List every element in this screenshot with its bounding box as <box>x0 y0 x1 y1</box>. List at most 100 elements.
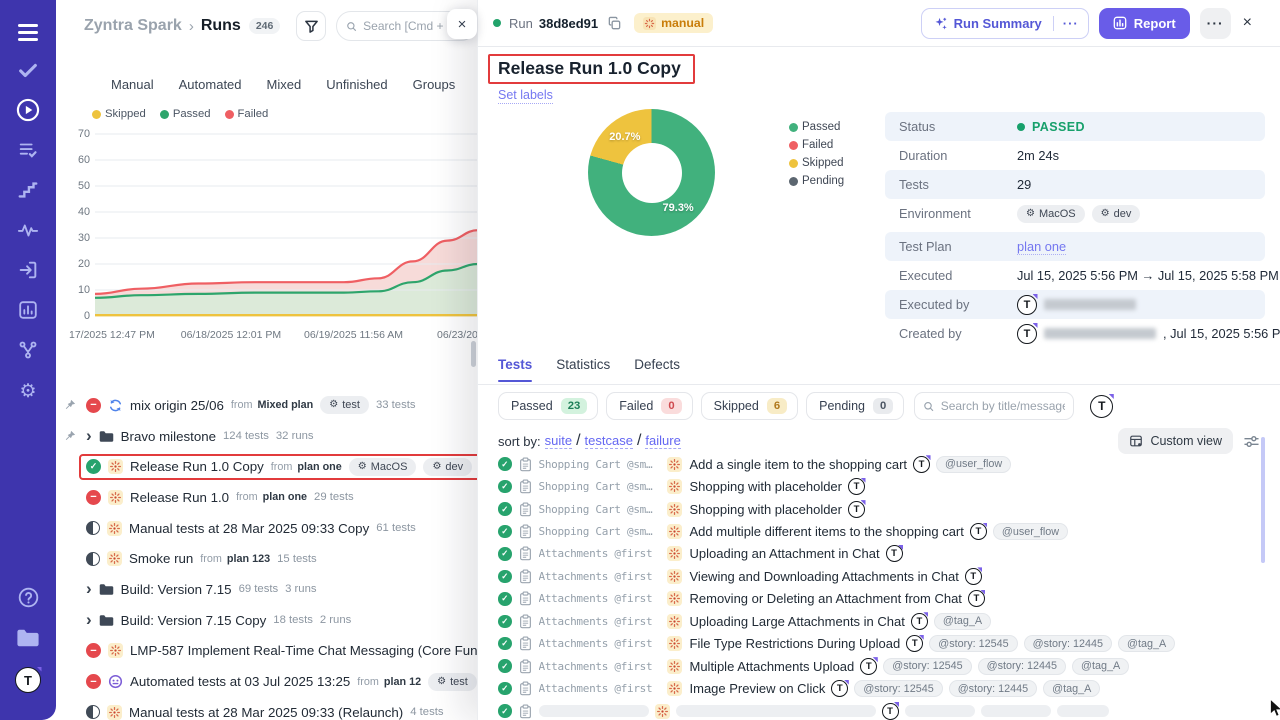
chevron-right-icon[interactable]: › <box>86 611 92 628</box>
tab-tests[interactable]: Tests <box>498 357 532 381</box>
test-row[interactable]: ✓ T <box>498 700 1272 720</box>
test-row[interactable]: ✓ Shopping Cart @sm… Add multiple differ… <box>498 520 1272 542</box>
run-row[interactable]: ›Build: Version 7.1569 tests3 runs <box>64 574 478 605</box>
panel-close-button[interactable]: × <box>447 9 477 39</box>
test-row[interactable]: ✓ Attachments @first File Type Restricti… <box>498 633 1272 655</box>
test-row[interactable]: ✓ Shopping Cart @sm… Add a single item t… <box>498 453 1272 475</box>
passed-status-icon: ✓ <box>498 525 512 539</box>
test-title[interactable]: Shopping with placeholder <box>690 502 843 517</box>
test-title[interactable]: Shopping with placeholder <box>690 479 843 494</box>
test-title[interactable]: Multiple Attachments Upload <box>690 659 855 674</box>
sidebar-item-help[interactable] <box>13 586 43 614</box>
run-row[interactable]: ›Build: Version 7.15 Copy18 tests2 runs <box>64 605 478 636</box>
run-row[interactable]: −LMP-587 Implement Real-Time Chat Messag… <box>64 636 478 667</box>
test-title[interactable]: Viewing and Downloading Attachments in C… <box>690 569 959 584</box>
run-row[interactable]: Manual tests at 28 Mar 2025 09:33 Copy 61… <box>64 513 478 544</box>
filter-chip-pending[interactable]: Pending0 <box>806 392 904 420</box>
test-title[interactable]: Uploading Large Attachments in Chat <box>690 614 905 629</box>
test-title[interactable]: Removing or Deleting an Attachment from … <box>690 591 962 606</box>
sidebar-item-import[interactable] <box>13 258 43 286</box>
manual-run-icon <box>108 643 123 658</box>
run-summary-button[interactable]: Run Summary ··· <box>921 8 1089 39</box>
stopped-status-icon: − <box>86 674 101 689</box>
sidebar-item-task-list[interactable] <box>13 138 43 166</box>
drawer-scrollbar-thumb[interactable] <box>1261 437 1265 563</box>
run-title[interactable]: Smoke run <box>129 551 193 566</box>
run-group-title[interactable]: Build: Version 7.15 Copy <box>121 613 267 628</box>
run-title[interactable]: Release Run 1.0 Copy <box>130 459 264 474</box>
run-title[interactable]: Manual tests at 28 Mar 2025 09:33 (Relau… <box>129 705 403 720</box>
close-drawer-button[interactable]: × <box>1241 14 1254 32</box>
more-actions-button[interactable]: ··· <box>1200 8 1231 39</box>
run-title[interactable]: Release Run 1.0 <box>130 490 229 505</box>
run-group-title[interactable]: Build: Version 7.15 <box>121 582 232 597</box>
run-title[interactable]: mix origin 25/06 <box>130 398 224 413</box>
filter-chip-passed[interactable]: Passed23 <box>498 392 598 420</box>
test-row[interactable]: ✓ Attachments @first Uploading an Attach… <box>498 543 1272 565</box>
run-group-title[interactable]: Bravo milestone <box>121 429 216 444</box>
sidebar-item-branch[interactable] <box>13 338 43 366</box>
sort-link-failure[interactable]: failure <box>645 433 680 449</box>
run-row[interactable]: ›Bravo milestone124 tests32 runs <box>64 421 478 452</box>
sidebar-item-check[interactable] <box>13 58 43 86</box>
sidebar-item-bar-chart[interactable] <box>13 298 43 326</box>
left-scrollbar-thumb[interactable] <box>471 341 476 367</box>
breadcrumb-page[interactable]: Runs <box>201 17 241 35</box>
sidebar-item-menu[interactable] <box>13 18 43 46</box>
run-row[interactable]: −Automated tests at 03 Jul 2025 13:25fro… <box>64 666 478 697</box>
run-row[interactable]: −Release Run 1.0from plan one29 tests <box>64 482 478 513</box>
gear-icon: ⚙ <box>1026 209 1035 219</box>
test-row[interactable]: ✓ Shopping Cart @sm… Shopping with place… <box>498 498 1272 520</box>
run-row[interactable]: ✓Release Run 1.0 Copyfrom plan one⚙MacOS… <box>64 451 478 482</box>
test-title[interactable]: Add a single item to the shopping cart <box>690 457 908 472</box>
sidebar-item-activity[interactable] <box>13 218 43 246</box>
sort-link-testcase[interactable]: testcase <box>585 433 633 449</box>
run-summary-more-button[interactable]: ··· <box>1053 16 1088 31</box>
test-row[interactable]: ✓ Attachments @first Uploading Large Att… <box>498 610 1272 632</box>
copy-run-id-button[interactable] <box>607 16 622 31</box>
test-title[interactable]: Image Preview on Click <box>690 681 826 696</box>
sidebar-item-play-circle[interactable] <box>13 98 43 126</box>
sidebar-item-folder[interactable] <box>13 626 43 654</box>
set-labels-link[interactable]: Set labels <box>498 88 553 104</box>
report-button[interactable]: Report <box>1099 8 1190 39</box>
run-row[interactable]: Smoke runfrom plan 12315 tests <box>64 543 478 574</box>
tab-mixed[interactable]: Mixed <box>267 77 302 92</box>
filter-button[interactable] <box>296 11 326 41</box>
tab-statistics[interactable]: Statistics <box>556 357 610 381</box>
run-row[interactable]: −mix origin 25/06from Mixed plan⚙test33 … <box>64 390 478 421</box>
sidebar-item-gear[interactable]: ⚙ <box>13 378 43 406</box>
tab-automated[interactable]: Automated <box>179 77 242 92</box>
run-title[interactable]: Manual tests at 28 Mar 2025 09:33 Copy <box>129 521 369 536</box>
chevron-right-icon[interactable]: › <box>86 580 92 597</box>
filter-chip-failed[interactable]: Failed0 <box>606 392 692 420</box>
custom-view-button[interactable]: Custom view <box>1118 428 1233 454</box>
sidebar-item-steps[interactable] <box>13 178 43 206</box>
run-row[interactable]: Manual tests at 28 Mar 2025 09:33 (Relau… <box>64 697 478 720</box>
test-row[interactable]: ✓ Attachments @first Multiple Attachment… <box>498 655 1272 677</box>
test-title[interactable]: File Type Restrictions During Upload <box>690 636 901 651</box>
test-row[interactable]: ✓ Attachments @first Removing or Deletin… <box>498 588 1272 610</box>
sort-link-suite[interactable]: suite <box>545 433 572 449</box>
run-title[interactable]: LMP-587 Implement Real-Time Chat Messagi… <box>130 643 478 658</box>
breadcrumb-project[interactable]: Zyntra Spark <box>84 17 182 35</box>
tab-manual[interactable]: Manual <box>111 77 154 92</box>
chevron-right-icon[interactable]: › <box>86 427 92 444</box>
test-row[interactable]: ✓ Attachments @first Image Preview on Cl… <box>498 677 1272 699</box>
filter-chip-skipped[interactable]: Skipped6 <box>701 392 798 420</box>
tests-search-input[interactable] <box>941 399 1066 413</box>
test-title[interactable]: Uploading an Attachment in Chat <box>690 546 880 561</box>
tab-defects[interactable]: Defects <box>634 357 680 381</box>
test-row[interactable]: ✓ Shopping Cart @sm… Shopping with place… <box>498 475 1272 497</box>
tests-search[interactable] <box>914 392 1074 420</box>
test-title[interactable]: Add multiple different items to the shop… <box>690 524 964 539</box>
sliders-icon[interactable] <box>1243 434 1260 449</box>
test-plan-link[interactable]: plan one <box>1017 239 1066 255</box>
test-row[interactable]: ✓ Attachments @first Viewing and Downloa… <box>498 565 1272 587</box>
testcase-icon <box>518 524 533 539</box>
run-meta: 61 tests <box>376 522 416 534</box>
tab-groups[interactable]: Groups <box>413 77 456 92</box>
sidebar-item-avatar[interactable]: T <box>13 666 43 694</box>
run-title[interactable]: Automated tests at 03 Jul 2025 13:25 <box>130 674 350 689</box>
tab-unfinished[interactable]: Unfinished <box>326 77 387 92</box>
